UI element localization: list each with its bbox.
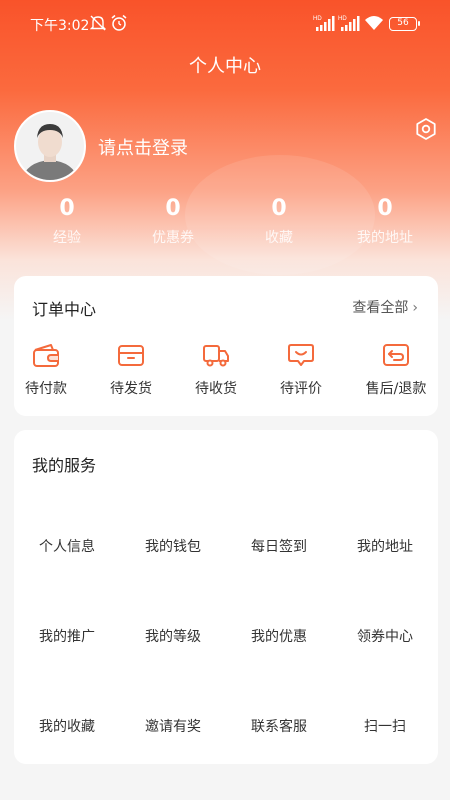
avatar[interactable] [14,110,86,182]
mute-icon [90,15,106,31]
chevron-right-icon: › [412,300,418,316]
order-pending-shipment[interactable]: 待发货 [89,342,173,398]
service-item[interactable]: 扫一扫 [332,716,438,736]
service-item[interactable]: 个人信息 [14,536,120,556]
order-center-card: 订单中心 查看全部 › 待付款 待发货 待收货 待评价 售后/退款 [14,276,438,416]
order-center-title: 订单中心 [32,300,97,319]
order-status-label: 待评价 [280,381,322,397]
login-link[interactable]: 请点击登录 [98,134,188,160]
service-item[interactable]: 我的地址 [332,536,438,556]
stat-label: 收藏 [265,230,293,246]
svg-text:HD: HD [338,16,347,22]
wifi-icon [365,16,383,30]
status-time: 下午3:02 [30,18,90,34]
stat-experience[interactable]: 0 经验 [17,196,117,247]
stat-value: 0 [165,196,181,221]
stat-favorites[interactable]: 0 收藏 [229,196,329,247]
order-pending-payment[interactable]: 待付款 [4,342,88,398]
stat-value: 0 [271,196,287,221]
service-item[interactable]: 我的钱包 [120,536,226,556]
alarm-icon [111,14,127,31]
order-status-label: 待发货 [110,381,152,397]
order-after-sales[interactable]: 售后/退款 [354,342,438,398]
stat-address[interactable]: 0 我的地址 [335,196,435,247]
order-status-label: 待收货 [195,381,237,397]
service-item[interactable]: 我的优惠 [226,626,332,646]
status-bar: 下午3:02 HD HD 56 [0,0,450,48]
wallet-icon [33,344,59,367]
settings-icon[interactable] [414,117,438,141]
stat-label: 我的地址 [357,230,413,246]
signal-icon: HD [338,16,360,31]
signal-icon: HD [313,16,335,31]
order-pending-receipt[interactable]: 待收货 [174,342,258,398]
user-avatar-icon [16,112,84,180]
return-icon [383,344,409,366]
stats-row: 0 经验 0 优惠券 0 收藏 0 我的地址 [0,196,450,256]
stat-label: 经验 [53,230,81,246]
review-icon [288,344,314,366]
order-status-label: 售后/退款 [365,381,427,397]
battery-indicator: 56 [389,17,420,31]
stat-value: 0 [377,196,393,221]
package-icon [118,345,144,366]
stat-label: 优惠券 [152,230,194,246]
svg-text:HD: HD [313,16,322,22]
my-services-title: 我的服务 [32,456,97,475]
page-title: 个人中心 [189,56,261,77]
my-services-card: 我的服务 个人信息 我的钱包 每日签到 我的地址 我的推广 我的等级 我的优惠 … [14,430,438,764]
view-all-orders-link[interactable]: 查看全部 › [352,297,418,317]
order-pending-review[interactable]: 待评价 [259,342,343,398]
stat-coupons[interactable]: 0 优惠券 [123,196,223,247]
service-item[interactable]: 联系客服 [226,716,332,736]
service-item[interactable]: 邀请有奖 [120,716,226,736]
service-item[interactable]: 我的收藏 [14,716,120,736]
view-all-label: 查看全部 [352,300,409,316]
service-item[interactable]: 领券中心 [332,626,438,646]
service-item[interactable]: 每日签到 [226,536,332,556]
stat-value: 0 [59,196,75,221]
truck-icon [203,345,229,367]
order-status-label: 待付款 [25,381,67,397]
service-item[interactable]: 我的等级 [120,626,226,646]
service-item[interactable]: 我的推广 [14,626,120,646]
